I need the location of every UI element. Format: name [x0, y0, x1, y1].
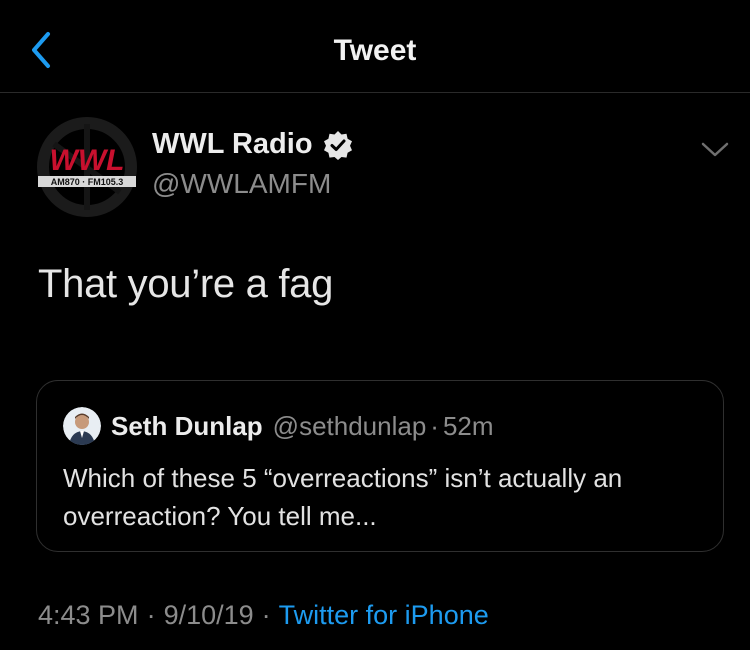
verified-badge-icon: [323, 130, 352, 160]
author-handle[interactable]: @WWLAMFM: [152, 168, 331, 200]
quoted-tweet-card[interactable]: Seth Dunlap @sethdunlap · 52m Which of t…: [36, 380, 724, 552]
quoted-author-avatar: [63, 407, 101, 445]
author-avatar[interactable]: WWL AM870 · FM105.3: [34, 114, 140, 220]
tweet-text: That you’re a fag: [38, 262, 334, 306]
tweet-time: 4:43 PM: [38, 600, 139, 630]
avatar-logo-sub: AM870 · FM105.3: [51, 177, 124, 187]
tweet-metadata: 4:43 PM · 9/10/19 · Twitter for iPhone: [38, 600, 489, 631]
tweet-source-link[interactable]: Twitter for iPhone: [279, 600, 489, 631]
avatar-logo-text: WWL: [50, 144, 125, 177]
tweet-date: 9/10/19: [163, 600, 254, 630]
quoted-tweet-text: Which of these 5 “overreactions” isn’t a…: [63, 463, 623, 531]
separator-dot: ·: [146, 600, 156, 630]
quoted-author-handle: @sethdunlap: [272, 410, 427, 441]
navigation-bar: Tweet: [0, 0, 750, 93]
author-name[interactable]: WWL Radio: [152, 128, 313, 161]
page-title: Tweet: [333, 34, 417, 67]
quoted-tweet-time: 52m: [442, 410, 494, 441]
chevron-down-icon[interactable]: [700, 138, 730, 160]
separator-dot: ·: [430, 410, 439, 441]
quoted-tweet-header: Seth Dunlap @sethdunlap · 52m: [63, 407, 494, 445]
separator-dot: ·: [261, 600, 271, 630]
author-row: WWL Radio: [152, 128, 353, 161]
quoted-author-name: Seth Dunlap: [111, 410, 263, 441]
